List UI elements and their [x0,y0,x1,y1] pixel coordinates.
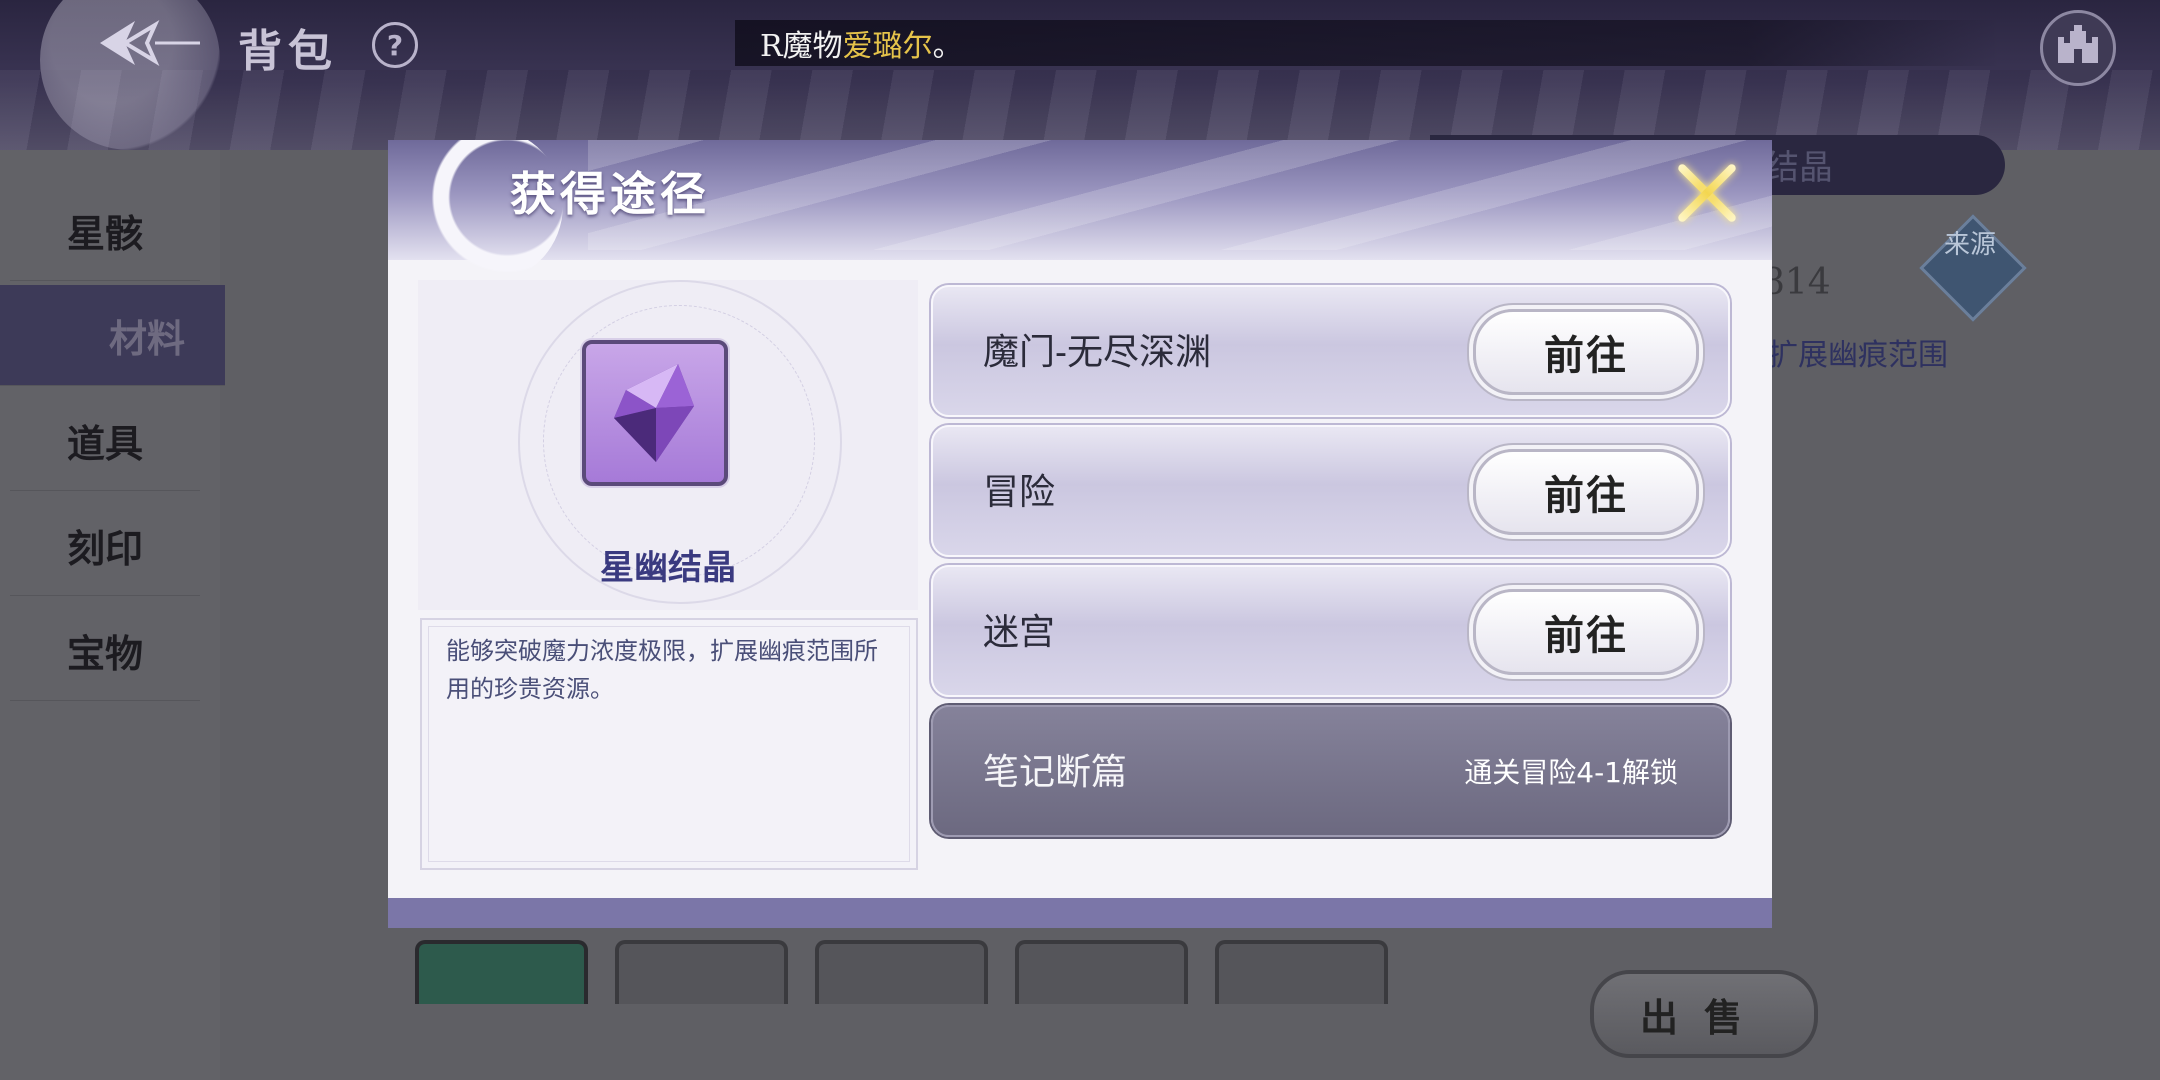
item-detail-desc: 扩展幽痕范围 [1768,338,1948,373]
item-detail-name: 结晶 [1765,148,1833,188]
go-button[interactable]: 前往 [1473,309,1699,395]
sidebar-item-label: 星骸 [66,210,143,256]
inventory-slot[interactable] [615,940,788,1004]
sidebar-item-label: 宝物 [66,630,143,676]
sidebar-item-treasure[interactable]: 宝物 [10,600,200,701]
inventory-slot[interactable] [1215,940,1388,1004]
source-label: 魔门-无尽深渊 [983,331,1211,372]
acquisition-dialog: 获得途径 星幽结晶 能够突破魔力浓度极限，扩展幽痕范围所用的珍贵资源。 魔门-无… [388,140,1772,928]
sidebar-item-materials[interactable]: 材料 [0,285,225,386]
sidebar-item-imprint[interactable]: 刻印 [10,495,200,596]
item-count: 814 [1762,262,1831,303]
source-label: 冒险 [983,471,1056,512]
purple-crystal-icon [582,340,728,486]
page-title: 背包 [238,26,338,77]
inventory-slot[interactable] [415,940,588,1004]
sidebar-item-props[interactable]: 道具 [10,390,200,491]
sidebar-item-label: 材料 [108,315,185,361]
source-label: 迷宫 [983,611,1056,652]
source-row: 魔门-无尽深渊 前往 [931,285,1730,417]
go-button[interactable]: 前往 [1473,449,1699,535]
dialog-title: 获得途径 [510,167,710,221]
category-sidebar: 星骸 材料 道具 刻印 宝物 [0,150,225,1080]
inventory-slot[interactable] [1015,940,1188,1004]
marquee-end: 。 [932,29,963,64]
item-description: 能够突破魔力浓度极限，扩展幽痕范围所用的珍贵资源。 [446,637,878,703]
item-name: 星幽结晶 [600,548,736,588]
dialog-footer [388,898,1772,928]
close-x-icon[interactable] [1666,152,1748,234]
sidebar-item-label: 道具 [66,420,143,466]
back-button[interactable] [90,10,210,90]
source-label: 来源 [1943,230,1996,260]
sidebar-item-stellar[interactable]: 星骸 [10,180,200,281]
sidebar-item-label: 刻印 [66,525,143,571]
home-button[interactable] [2040,10,2116,86]
dialog-header-decoration [588,140,1772,250]
sell-button[interactable]: 出售 [1590,970,1818,1058]
marquee-highlight: 爱璐尔 [842,29,933,64]
source-row-locked: 笔记断篇 通关冒险4-1解锁 [931,705,1730,837]
source-label: 笔记断篇 [983,751,1128,792]
back-arrow-icon [95,13,205,88]
castle-icon [2056,23,2100,73]
marquee-text: R魔物 [760,29,843,64]
unlock-requirement: 通关冒险4-1解锁 [1464,756,1678,789]
help-icon[interactable]: ? [372,22,418,68]
go-button[interactable]: 前往 [1473,589,1699,675]
announcement-marquee: R魔物 爱璐尔。 [735,20,2000,66]
inventory-slot[interactable] [815,940,988,1004]
source-row: 冒险 前往 [931,425,1730,557]
source-row: 迷宫 前往 [931,565,1730,697]
